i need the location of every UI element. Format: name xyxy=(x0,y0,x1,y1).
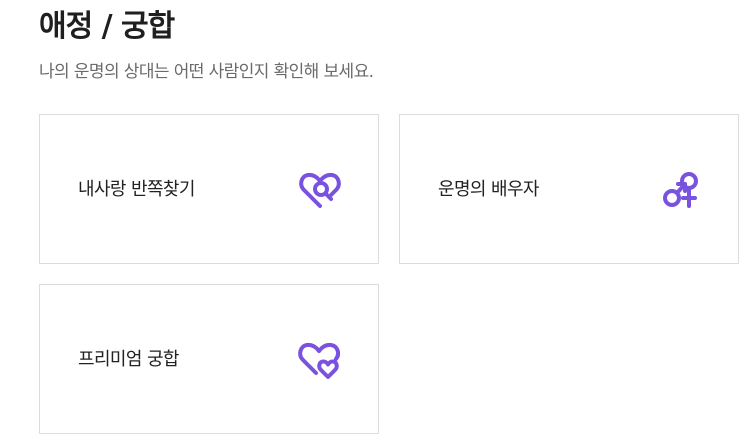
double-heart-icon xyxy=(298,340,342,380)
page-title: 애정 / 궁합 xyxy=(39,9,175,44)
card-label: 프리미엄 궁합 xyxy=(78,349,179,370)
card-destined-spouse[interactable]: 운명의 배우자 xyxy=(399,114,739,264)
card-premium-compatibility[interactable]: 프리미엄 궁합 xyxy=(39,284,379,434)
page-subtitle: 나의 운명의 상대는 어떤 사람인지 확인해 보세요. xyxy=(39,62,374,82)
card-love-half-search[interactable]: 내사랑 반쪽찾기 xyxy=(39,114,379,264)
heart-search-icon xyxy=(298,170,342,210)
card-label: 내사랑 반쪽찾기 xyxy=(78,179,195,200)
page: 애정 / 궁합 나의 운명의 상대는 어떤 사람인지 확인해 보세요. 내사랑 … xyxy=(0,0,755,447)
gender-symbols-icon xyxy=(658,170,702,210)
card-label: 운명의 배우자 xyxy=(438,179,539,200)
